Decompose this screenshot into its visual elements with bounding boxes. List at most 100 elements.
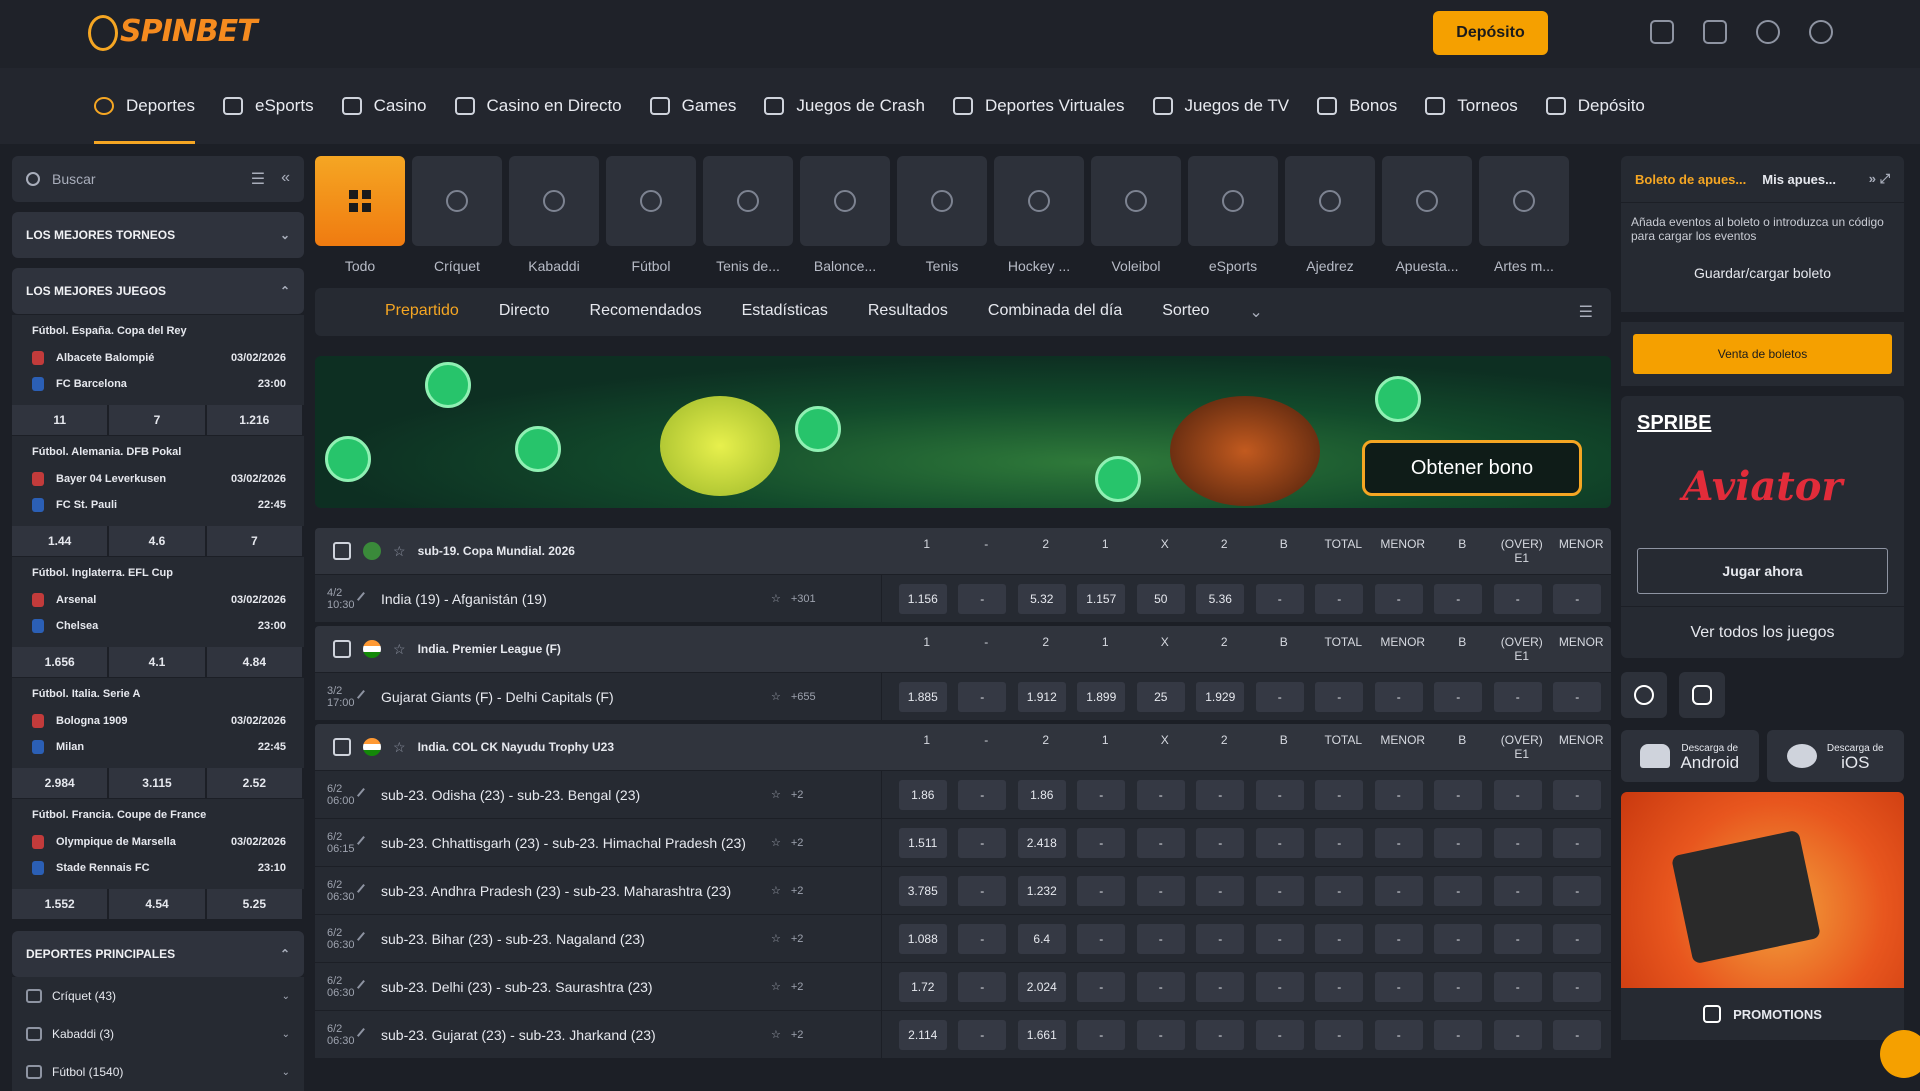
odd-button[interactable]: -	[958, 1019, 1007, 1050]
telegram-icon[interactable]	[1621, 672, 1667, 718]
odd-button[interactable]: -	[1315, 875, 1364, 906]
match-name[interactable]: Gujarat Giants (F) - Delhi Capitals (F)	[381, 689, 771, 705]
category-tile[interactable]	[1188, 156, 1278, 246]
odd-button[interactable]: -	[1553, 583, 1602, 614]
odd-button[interactable]: -	[958, 923, 1007, 954]
odd-button[interactable]: -	[1136, 923, 1185, 954]
odd-button[interactable]: -	[1434, 923, 1483, 954]
category-tile[interactable]	[994, 156, 1084, 246]
odd-button[interactable]: -	[1315, 681, 1364, 712]
odd-button[interactable]: 6.4	[1017, 923, 1066, 954]
odd-button[interactable]: 1.885	[898, 681, 947, 712]
match-row[interactable]: 6/2 06:30 sub-23. Andhra Pradesh (23) - su…	[315, 866, 1611, 915]
odd-button[interactable]: -	[958, 827, 1007, 858]
odd-button[interactable]: -	[1136, 779, 1185, 810]
tab-1[interactable]: Directo	[499, 302, 550, 322]
odd-button[interactable]: -	[1434, 779, 1483, 810]
expand-icon[interactable]: » ⤢	[1869, 171, 1890, 187]
match-row[interactable]: 4/2 10:30 India (19) - Afganistán (19) ☆ +30…	[315, 574, 1611, 623]
spinbet-logo[interactable]: SPINBET	[88, 14, 258, 51]
star-icon[interactable]: ☆	[771, 592, 781, 605]
more-markets[interactable]: +301	[791, 593, 816, 605]
odd-button[interactable]: 4.54	[109, 889, 207, 919]
odd-button[interactable]: -	[1136, 971, 1185, 1002]
odd-button[interactable]: 3.785	[898, 875, 947, 906]
odd-button[interactable]: -	[1077, 1019, 1126, 1050]
odd-button[interactable]: -	[1493, 1019, 1542, 1050]
odd-button[interactable]: 4.6	[109, 526, 207, 556]
gear-icon[interactable]	[1809, 20, 1833, 44]
odd-button[interactable]: -	[1315, 827, 1364, 858]
ios-download-button[interactable]: Descarga de iOS	[1766, 730, 1904, 782]
odd-button[interactable]: 1.912	[1017, 681, 1066, 712]
odd-button[interactable]: 1.899	[1077, 681, 1126, 712]
match-row[interactable]: 6/2 06:00 sub-23. Odisha (23) - sub-23. Be…	[315, 770, 1611, 819]
odd-button[interactable]: -	[1077, 923, 1126, 954]
mail-icon[interactable]	[1703, 20, 1727, 44]
odd-button[interactable]: 25	[1136, 681, 1185, 712]
odd-button[interactable]: -	[1196, 923, 1245, 954]
category-tile[interactable]	[800, 156, 890, 246]
more-markets[interactable]: +2	[791, 837, 804, 849]
game-card[interactable]: Fútbol. Francia. Coupe de France Olympiqu…	[12, 798, 304, 919]
odd-button[interactable]: -	[1493, 779, 1542, 810]
odd-button[interactable]: -	[958, 681, 1007, 712]
odd-button[interactable]: -	[1553, 875, 1602, 906]
odd-button[interactable]: -	[1315, 971, 1364, 1002]
more-markets[interactable]: +2	[791, 885, 804, 897]
category-tile[interactable]	[1479, 156, 1569, 246]
match-name[interactable]: sub-23. Delhi (23) - sub-23. Saurashtra …	[381, 979, 771, 995]
odd-button[interactable]: -	[1077, 779, 1126, 810]
top-tournaments-header[interactable]: LOS MEJORES TORNEOS ⌄	[12, 212, 304, 258]
odd-button[interactable]: -	[1196, 1019, 1245, 1050]
odd-button[interactable]: -	[1077, 827, 1126, 858]
odd-button[interactable]: -	[1553, 923, 1602, 954]
odd-button[interactable]: -	[958, 971, 1007, 1002]
search-bar[interactable]: Buscar ☰ «	[12, 156, 304, 202]
category-tile[interactable]	[703, 156, 793, 246]
star-icon[interactable]: ☆	[771, 1028, 781, 1041]
category-5[interactable]: Balonce...	[800, 156, 890, 274]
category-tile[interactable]	[1285, 156, 1375, 246]
odd-button[interactable]: 1.157	[1077, 583, 1126, 614]
promotions-button[interactable]: PROMOTIONS	[1621, 988, 1904, 1040]
star-icon[interactable]: ☆	[771, 836, 781, 849]
odd-button[interactable]: 1.86	[898, 779, 947, 810]
odd-button[interactable]: -	[1374, 583, 1423, 614]
odd-button[interactable]: -	[1136, 827, 1185, 858]
odd-button[interactable]: -	[1553, 827, 1602, 858]
odd-button[interactable]: -	[1255, 681, 1304, 712]
star-icon[interactable]: ☆	[771, 690, 781, 703]
nav-item-10[interactable]: Depósito	[1545, 68, 1645, 144]
category-0[interactable]: Todo	[315, 156, 405, 274]
user-icon[interactable]	[1756, 20, 1780, 44]
odd-button[interactable]: -	[1434, 1019, 1483, 1050]
odd-button[interactable]: 1.232	[1017, 875, 1066, 906]
more-markets[interactable]: +655	[791, 691, 816, 703]
odd-button[interactable]: -	[1553, 971, 1602, 1002]
nav-item-7[interactable]: Juegos de TV	[1152, 68, 1289, 144]
category-4[interactable]: Tenis de...	[703, 156, 793, 274]
more-markets[interactable]: +2	[791, 1029, 804, 1041]
category-tile[interactable]	[315, 156, 405, 246]
category-tile[interactable]	[606, 156, 696, 246]
odd-button[interactable]: -	[1374, 779, 1423, 810]
star-icon[interactable]: ☆	[771, 932, 781, 945]
get-bonus-button[interactable]: Obtener bono	[1362, 440, 1582, 496]
odd-button[interactable]: -	[958, 583, 1007, 614]
nav-item-3[interactable]: Casino en Directo	[454, 68, 622, 144]
odd-button[interactable]: 5.25	[207, 889, 304, 919]
odd-button[interactable]: 1.656	[12, 647, 110, 677]
odd-button[interactable]: 1.552	[12, 889, 110, 919]
odd-button[interactable]: -	[1553, 779, 1602, 810]
odd-button[interactable]: 2.418	[1017, 827, 1066, 858]
star-icon[interactable]: ☆	[771, 788, 781, 801]
odd-button[interactable]: -	[1553, 681, 1602, 712]
nav-item-2[interactable]: Casino	[341, 68, 427, 144]
collapse-icon[interactable]: «	[281, 169, 290, 189]
odd-button[interactable]: 1.088	[898, 923, 947, 954]
gift-icon[interactable]	[1650, 20, 1674, 44]
odd-button[interactable]: -	[1196, 779, 1245, 810]
category-1[interactable]: Críquet	[412, 156, 502, 274]
android-download-button[interactable]: Descarga de Android	[1621, 730, 1759, 782]
